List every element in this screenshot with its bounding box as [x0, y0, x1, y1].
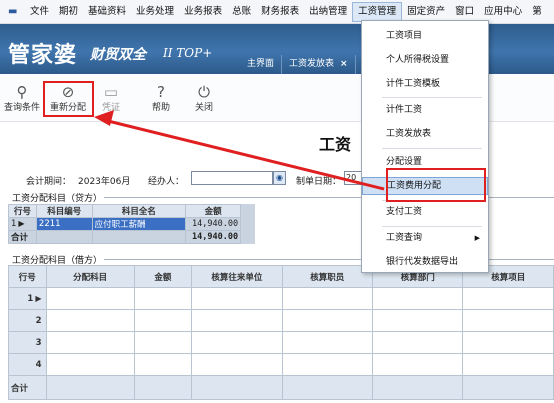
menu-item-piecework-template[interactable]: 计件工资模板 [362, 75, 488, 93]
menu-app-center[interactable]: 应用中心 [479, 2, 527, 22]
col-header-account-code: 科目编号 [35, 204, 93, 218]
col-header-amount: 金额 [185, 204, 242, 218]
menu-payroll[interactable]: 工资管理 [352, 1, 403, 22]
row-pointer-icon: ▶ [18, 219, 25, 228]
row-no: 3 [8, 331, 47, 354]
power-icon: ⏻ [198, 83, 210, 101]
menu-item-payroll-query[interactable]: 工资查询 ▶ [362, 229, 488, 247]
credit-section-label: 工资分配科目（贷方） [12, 194, 103, 204]
menu-item-bank-export[interactable]: 银行代发数据导出 [362, 253, 488, 271]
menu-business-reports[interactable]: 业务报表 [179, 2, 227, 22]
tab-main[interactable]: 主界面 [240, 55, 283, 74]
row-no: 2 [8, 309, 47, 332]
menu-item-piecework-wage[interactable]: 计件工资 [362, 101, 488, 119]
amount-cell[interactable]: 14,940.00 [185, 217, 242, 231]
menu-window[interactable]: 窗口 [450, 2, 479, 22]
tab-payroll-sheet[interactable]: 工资发放表 × [282, 55, 356, 74]
page-title: 工资 [319, 135, 352, 154]
handler-input[interactable] [191, 171, 273, 185]
menu-item-income-tax-settings[interactable]: 个人所得税设置 [362, 51, 488, 69]
table-row[interactable]: 1 ▶ [8, 287, 554, 310]
menu-opening[interactable]: 期初 [54, 2, 83, 22]
logo-sub: 财贸双全 [90, 47, 146, 63]
voucher-button[interactable]: ▭ 凭证 [98, 82, 124, 120]
row-no: 4 [8, 353, 47, 376]
payroll-dropdown-menu: 工资项目 个人所得税设置 计件工资模板 计件工资 工资发放表 分配设置 工资费用… [361, 20, 489, 273]
menu-item-payroll-items[interactable]: 工资项目 [362, 27, 488, 45]
menu-more[interactable]: 第 [527, 2, 547, 22]
menu-separator [382, 148, 482, 149]
window-tabs: 主界面 工资发放表 × [240, 55, 356, 74]
col-header-allocation-account: 分配科目 [45, 265, 135, 288]
row-no: 1 ▶ [8, 287, 47, 310]
logo-edition: II TOP+ [163, 46, 213, 60]
menu-separator [382, 97, 482, 98]
menu-basic-data[interactable]: 基础资料 [83, 2, 131, 22]
total-row: 合计 14,940.00 [8, 230, 255, 244]
col-header-unit: 核算往来单位 [191, 265, 283, 288]
total-label: 合计 [8, 375, 47, 400]
row-no: 1 ▶ [8, 217, 37, 231]
app-menu-icon[interactable]: ▬ [8, 5, 22, 19]
col-header-row-no: 行号 [8, 265, 47, 288]
search-icon: ⚲ [16, 83, 28, 101]
help-icon: ? [157, 83, 165, 101]
menu-file[interactable]: 文件 [25, 2, 54, 22]
menu-item-payroll-sheet[interactable]: 工资发放表 [362, 125, 488, 143]
table-row[interactable]: 2 [8, 309, 554, 332]
menu-item-pay-wages[interactable]: 支付工资 [362, 203, 488, 221]
submenu-arrow-icon: ▶ [474, 234, 480, 242]
row-pointer-icon: ▶ [35, 293, 42, 303]
col-header-amount: 金额 [133, 265, 193, 288]
total-amount: 14,940.00 [185, 230, 242, 244]
table-row[interactable]: 4 [8, 353, 554, 376]
debit-table: 行号 分配科目 金额 核算往来单位 核算职员 核算部门 核算项目 1 ▶ 2 3 … [8, 265, 554, 400]
voucher-icon: ▭ [103, 83, 119, 101]
date-label: 制单日期： [296, 177, 342, 187]
menu-financial-reports[interactable]: 财务报表 [256, 2, 304, 22]
period-value: 2023年06月 [78, 177, 131, 187]
menu-cashier[interactable]: 出纳管理 [304, 2, 352, 22]
table-row[interactable]: 1 ▶ 2211 应付职工薪酬 14,940.00 [8, 217, 255, 231]
reallocate-highlight-box [43, 81, 94, 117]
menu-separator [382, 226, 482, 227]
col-header-row-no: 行号 [8, 204, 37, 218]
close-button[interactable]: ⏻ 关闭 [191, 82, 217, 120]
total-label: 合计 [8, 230, 37, 244]
menu-general-ledger[interactable]: 总账 [227, 2, 256, 22]
cost-allocation-highlight-box [386, 168, 486, 202]
account-name-cell[interactable]: 应付职工薪酬 [91, 217, 187, 231]
table-row[interactable]: 3 [8, 331, 554, 354]
help-button[interactable]: ? 帮助 [148, 82, 174, 120]
account-code-cell[interactable]: 2211 [35, 217, 93, 231]
query-button[interactable]: ⚲ 查询条件 [2, 82, 42, 120]
menu-business[interactable]: 业务处理 [131, 2, 179, 22]
total-row: 合计 [8, 375, 554, 400]
handler-search-icon[interactable]: ◉ [273, 171, 286, 185]
period-label: 会计期间： [26, 177, 72, 187]
handler-label: 经办人： [148, 177, 185, 187]
col-header-employee: 核算职员 [281, 265, 374, 288]
tab-close-icon[interactable]: × [340, 59, 348, 69]
credit-table: 行号 科目编号 科目全名 金额 1 ▶ 2211 应付职工薪酬 14,940.00… [8, 204, 255, 244]
menu-fixed-assets[interactable]: 固定资产 [402, 2, 450, 22]
logo-main: 管家婆 [8, 42, 78, 68]
col-header-account-name: 科目全名 [91, 204, 187, 218]
